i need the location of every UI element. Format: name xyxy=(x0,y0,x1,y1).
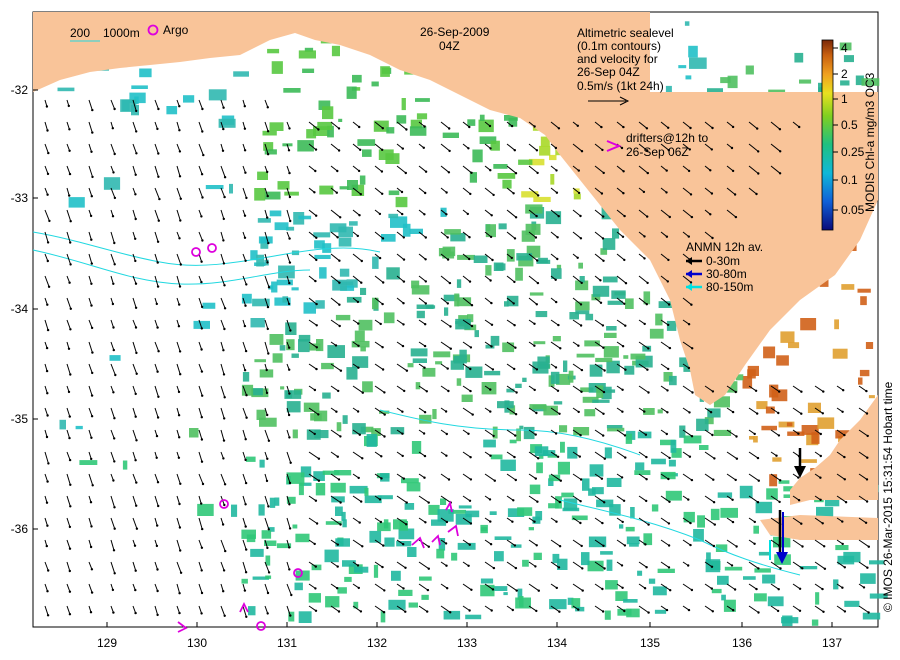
x-tick-label: 132 xyxy=(367,636,387,650)
colorbar-tick: 2 xyxy=(841,67,848,81)
map-date: 26-Sep-2009 xyxy=(420,25,490,39)
depth-legend-200: 200 xyxy=(70,26,90,40)
altimetry-note-line-5: 0.5m/s (1kt 24h) xyxy=(577,79,664,93)
x-tick-label: 131 xyxy=(277,636,297,650)
x-tick-label: 130 xyxy=(187,636,207,650)
x-tick-label: 137 xyxy=(822,636,842,650)
ocean-map: 129 130 131 132 133 134 135 136 137 -32 -33 -34 -35… xyxy=(11,11,895,650)
depth-legend: 200 1000m xyxy=(70,26,140,42)
colorbar-tick: 0.5 xyxy=(841,118,858,132)
anmn-legend-item-30-80: 30-80m xyxy=(706,267,747,281)
anmn-legend-item-0-30: 0-30m xyxy=(706,254,740,268)
drifters-note-line-1: drifters@12h to xyxy=(626,131,709,145)
depth-legend-1000: 1000m xyxy=(103,26,140,40)
y-tick-label: -34 xyxy=(11,302,29,316)
anmn-legend-title: ANMN 12h av. xyxy=(686,240,763,254)
x-tick-label: 136 xyxy=(732,636,752,650)
argo-legend-label: Argo xyxy=(163,23,189,37)
altimetry-note-line-4: 26-Sep 04Z xyxy=(577,65,640,79)
colorbar-tick: 0.25 xyxy=(841,145,865,159)
y-tick-label: -35 xyxy=(11,412,29,426)
y-tick-label: -33 xyxy=(11,191,29,205)
colorbar-tick: 4 xyxy=(841,41,848,55)
x-tick-label: 135 xyxy=(640,636,660,650)
y-tick-label: -36 xyxy=(11,522,29,536)
anmn-legend-item-80-150: 80-150m xyxy=(706,280,753,294)
colorbar-tick: 0.05 xyxy=(841,203,865,217)
colorbar-tick: 1 xyxy=(841,92,848,106)
x-tick-label: 134 xyxy=(547,636,567,650)
altimetry-note-line-1: Altimetric sealevel xyxy=(577,26,674,40)
altimetry-note-line-2: (0.1m contours) xyxy=(577,39,661,53)
colorbar-tick: 0.1 xyxy=(841,173,858,187)
map-time: 04Z xyxy=(439,39,460,53)
x-tick-label: 133 xyxy=(457,636,477,650)
drifters-note-line-2: 26-Sep 06Z xyxy=(626,145,689,159)
x-tick-label: 129 xyxy=(97,636,117,650)
y-tick-label: -32 xyxy=(11,83,29,97)
colorbar-label: MODIS Chl-a mg/m3 OC3 xyxy=(863,72,877,212)
altimetry-note-line-3: and velocity for xyxy=(577,52,658,66)
credit-text: © IMOS 26-Mar-2015 15:31:54 Hobart time xyxy=(881,381,895,612)
